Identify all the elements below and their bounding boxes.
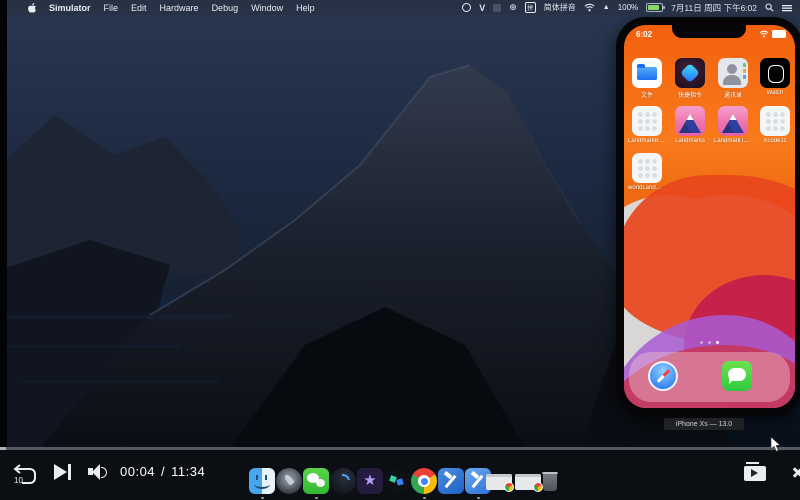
menu-app-name[interactable]: Simulator	[49, 3, 91, 13]
running-dot	[477, 497, 480, 499]
fullscreen-icon[interactable]	[791, 464, 800, 480]
messages-icon[interactable]	[722, 361, 752, 391]
landmarks-app-icon[interactable]	[718, 106, 748, 136]
time-separator: /	[161, 464, 165, 479]
placeholder-app-icon[interactable]	[632, 106, 662, 136]
app-landmarktes[interactable]: LandmarkTes...	[714, 106, 752, 144]
playback-time: 00:04 / 11:34	[120, 464, 205, 479]
shortcuts-app-icon[interactable]	[675, 58, 705, 88]
app-files[interactable]: 文件	[628, 58, 666, 99]
search-icon[interactable]	[765, 2, 774, 13]
app-xcode11[interactable]: Xcode11	[756, 106, 794, 144]
phone-status-time: 6:02	[636, 30, 652, 39]
home-page-dots	[624, 341, 795, 344]
simulator-screen[interactable]: 6:02 文件 快捷指令 通讯录 Watch	[624, 25, 795, 408]
finder-icon[interactable]	[249, 468, 275, 494]
xcode-icon[interactable]	[438, 468, 464, 494]
running-dot	[423, 497, 426, 499]
menu-help[interactable]: Help	[296, 3, 315, 13]
app-worldlandmark[interactable]: worldLandmark	[628, 153, 666, 191]
dark-app-icon[interactable]	[493, 2, 501, 13]
chrome-window-thumbnail[interactable]	[515, 474, 541, 490]
app-landmarkbea[interactable]: LandmarkBea...	[628, 106, 666, 144]
record-circle-icon[interactable]	[462, 2, 471, 13]
wifi-icon[interactable]	[584, 2, 595, 13]
menu-list-icon[interactable]	[782, 2, 792, 13]
mouse-cursor	[770, 437, 782, 458]
svg-text:10: 10	[14, 476, 23, 485]
running-dot	[315, 497, 318, 499]
phone-battery-icon	[772, 30, 786, 38]
app-watch[interactable]: Watch	[756, 58, 794, 96]
input-method-icon[interactable]: 拼	[525, 2, 536, 13]
battery-percent: 100%	[618, 2, 638, 13]
battery-icon[interactable]	[646, 3, 663, 12]
dark-media-app-icon[interactable]	[330, 468, 356, 494]
placeholder-app-icon[interactable]	[632, 153, 662, 183]
app-contacts[interactable]: 通讯录	[714, 58, 752, 99]
phone-wifi-icon	[759, 30, 769, 38]
rewind-10-icon[interactable]: 10	[12, 462, 38, 491]
eject-icon[interactable]: ▲	[603, 2, 610, 13]
trash-icon[interactable]	[543, 472, 557, 491]
time-total: 11:34	[171, 464, 205, 479]
v-app-icon[interactable]: V	[479, 2, 485, 13]
macos-menu-bar: Simulator File Edit Hardware Debug Windo…	[0, 0, 800, 15]
running-dot	[261, 497, 264, 499]
skip-next-icon[interactable]	[54, 464, 76, 480]
contacts-app-icon[interactable]	[718, 58, 748, 88]
menu-edit[interactable]: Edit	[131, 3, 147, 13]
launchpad-icon[interactable]	[276, 468, 302, 494]
simulator-device-frame[interactable]: 6:02 文件 快捷指令 通讯录 Watch	[616, 17, 800, 416]
chrome-window-thumbnail[interactable]	[486, 474, 512, 490]
menu-file[interactable]: File	[104, 3, 119, 13]
input-method-label[interactable]: 简体拼音	[544, 2, 576, 13]
device-notch	[672, 25, 746, 38]
time-current: 00:04	[120, 464, 155, 479]
miniplayer-icon[interactable]	[744, 466, 766, 481]
app-shortcuts[interactable]: 快捷指令	[671, 58, 709, 99]
safari-icon[interactable]	[648, 361, 678, 391]
menu-debug[interactable]: Debug	[212, 3, 239, 13]
phone-status-icons	[759, 30, 786, 38]
menubar-datetime[interactable]: 7月11日 周四 下午6:02	[671, 2, 757, 13]
video-letterbox	[0, 0, 7, 448]
menu-hardware[interactable]: Hardware	[160, 3, 199, 13]
apple-menu-icon[interactable]	[28, 2, 36, 13]
volume-icon[interactable]	[88, 463, 110, 480]
imovie-icon[interactable]: ★	[357, 468, 383, 494]
watch-app-icon[interactable]	[760, 58, 790, 88]
app-landmarks[interactable]: Landmarks	[671, 106, 709, 144]
device-label-tooltip: iPhone Xs — 13.0	[664, 418, 744, 430]
menu-window[interactable]: Window	[251, 3, 283, 13]
chrome-icon[interactable]	[411, 468, 437, 494]
video-player-stage: Simulator File Edit Hardware Debug Windo…	[0, 0, 800, 500]
placeholder-app-icon[interactable]	[760, 106, 790, 136]
landmarks-app-icon[interactable]	[675, 106, 705, 136]
files-app-icon[interactable]	[632, 58, 662, 88]
globe-menu-icon[interactable]: ⊕	[509, 2, 517, 13]
wechat-icon[interactable]	[303, 468, 329, 494]
